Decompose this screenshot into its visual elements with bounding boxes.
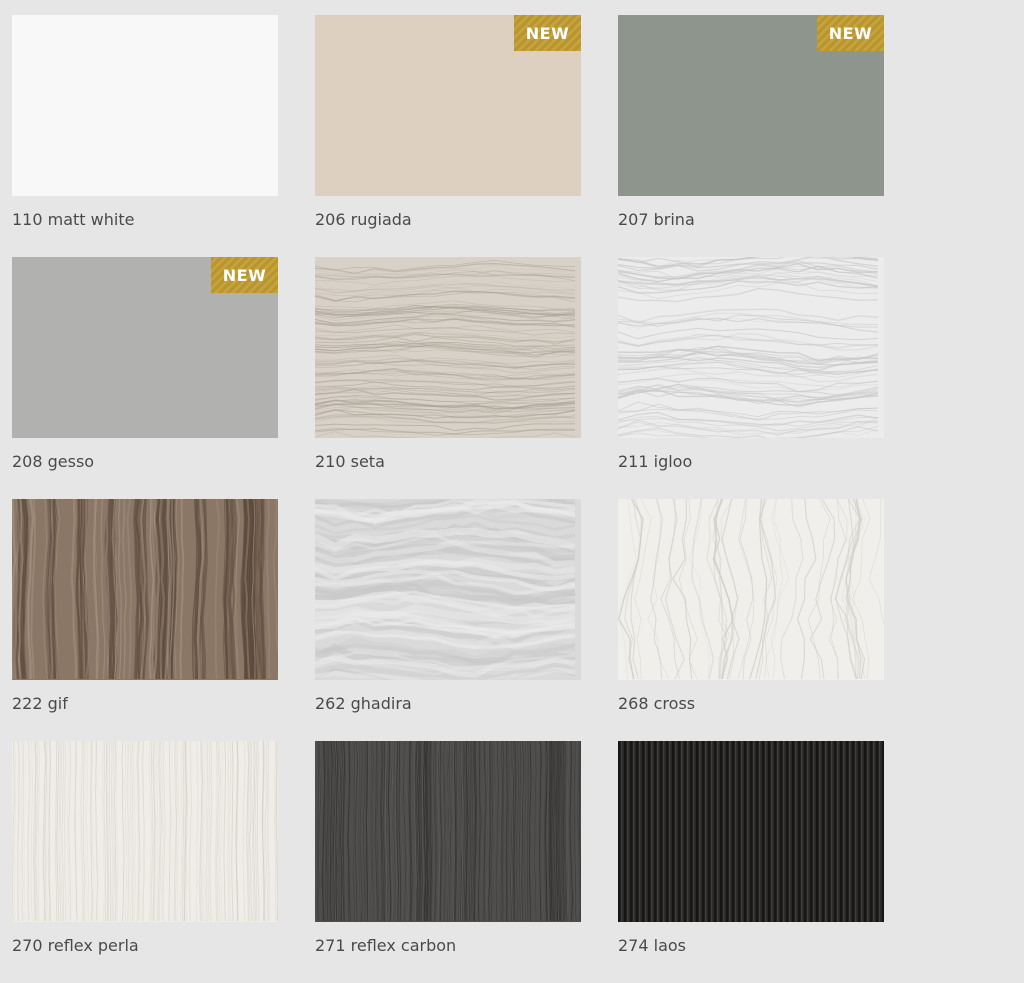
finish-card[interactable]: 271 reflex carbon: [315, 741, 581, 983]
finish-label: 207 brina: [618, 210, 695, 229]
finish-card[interactable]: 274 laos: [618, 741, 884, 983]
finish-card[interactable]: NEW 207 brina: [618, 15, 884, 257]
finish-swatch[interactable]: NEW: [618, 15, 884, 196]
finish-swatch[interactable]: [12, 499, 278, 680]
finish-swatch[interactable]: [12, 741, 278, 922]
new-badge: NEW: [514, 15, 581, 51]
finish-grid: 110 matt white NEW 206 rugiada NEW 207 brina…: [12, 15, 884, 983]
finish-card[interactable]: 270 reflex perla: [12, 741, 278, 983]
new-badge: NEW: [817, 15, 884, 51]
finish-card[interactable]: NEW 206 rugiada: [315, 15, 581, 257]
finish-swatch[interactable]: [315, 499, 581, 680]
finish-card[interactable]: 210 seta: [315, 257, 581, 499]
finish-label: 208 gesso: [12, 452, 95, 471]
finish-label: 274 laos: [618, 936, 686, 955]
finish-label: 210 seta: [315, 452, 385, 471]
finish-card[interactable]: 268 cross: [618, 499, 884, 741]
finish-card[interactable]: 211 igloo: [618, 257, 884, 499]
finish-swatch[interactable]: [315, 741, 581, 922]
finish-label: 262 ghadira: [315, 694, 412, 713]
finish-swatch[interactable]: [12, 15, 278, 196]
finish-swatch[interactable]: [618, 257, 884, 438]
finish-swatch[interactable]: [618, 741, 884, 922]
finish-label: 222 gif: [12, 694, 68, 713]
finish-card[interactable]: 110 matt white: [12, 15, 278, 257]
finish-card[interactable]: 262 ghadira: [315, 499, 581, 741]
finish-label: 211 igloo: [618, 452, 693, 471]
finish-swatch[interactable]: NEW: [315, 15, 581, 196]
finish-swatch[interactable]: [315, 257, 581, 438]
finish-label: 268 cross: [618, 694, 696, 713]
finish-swatch[interactable]: NEW: [12, 257, 278, 438]
finish-card[interactable]: 222 gif: [12, 499, 278, 741]
new-badge: NEW: [211, 257, 278, 293]
finish-swatch[interactable]: [618, 499, 884, 680]
finish-card[interactable]: NEW 208 gesso: [12, 257, 278, 499]
finish-label: 110 matt white: [12, 210, 135, 229]
finish-label: 271 reflex carbon: [315, 936, 457, 955]
finish-label: 270 reflex perla: [12, 936, 139, 955]
finish-label: 206 rugiada: [315, 210, 412, 229]
